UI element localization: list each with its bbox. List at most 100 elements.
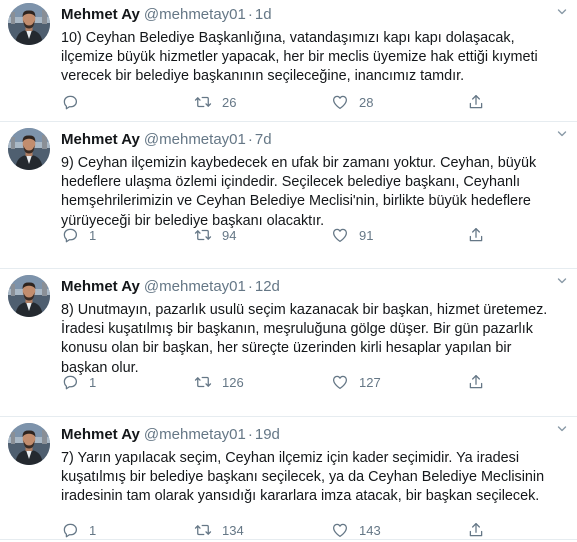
like-count: 127 [359, 374, 381, 390]
author-name[interactable]: Mehmet Ay [61, 6, 140, 23]
tweet-actions: 1 134 143 [61, 518, 483, 542]
author-handle[interactable]: @mehmetay01 [144, 278, 246, 295]
tweet-text-line: hedeflere ulaşma özlemi içindedir. Seçil… [61, 174, 521, 191]
reply-button[interactable]: 1 [61, 518, 96, 542]
like-count: 143 [359, 522, 381, 538]
share-button[interactable] [467, 90, 485, 114]
tweet-text-line: verecek bir belediye başkanının seçilece… [61, 68, 465, 85]
like-icon [332, 228, 348, 243]
chevron-down-icon[interactable] [557, 126, 567, 137]
tweet-text-line: 10) Ceyhan Belediye Başkanlığına, vatand… [61, 30, 515, 46]
timeline: Mehmet Ay @mehmetay01 · 1d 10) Ceyhan Beled… [0, 0, 577, 540]
tweet-header: Mehmet Ay @mehmetay01 · 7d [61, 131, 272, 149]
tweet-actions: 26 28 [61, 90, 483, 114]
tweet[interactable]: Mehmet Ay @mehmetay01 · 12d 8) Unutmayın, p… [0, 269, 577, 417]
timestamp[interactable]: 12d [255, 278, 280, 295]
tweet[interactable]: Mehmet Ay @mehmetay01 · 19d 7) Yarın yapıla… [0, 417, 577, 540]
retweet-button[interactable]: 126 [194, 370, 244, 394]
timestamp[interactable]: 1d [255, 6, 272, 23]
share-icon [469, 522, 483, 537]
retweet-icon [194, 229, 212, 241]
retweet-icon [194, 524, 212, 536]
like-count: 28 [359, 94, 374, 110]
reply-count: 1 [89, 374, 97, 390]
tweet-header: Mehmet Ay @mehmetay01 · 1d [61, 6, 272, 24]
author-handle[interactable]: @mehmetay01 [144, 6, 246, 23]
reply-button[interactable]: 1 [61, 370, 96, 394]
retweet-count: 26 [222, 94, 237, 110]
tweet-text: 9) Ceyhan ilçemizin kaybedecek en ufak b… [61, 154, 569, 231]
tweet-text-line: hemşehrilerimizin ve Ceyhan Belediye Mec… [61, 193, 531, 210]
tweet[interactable]: Mehmet Ay @mehmetay01 · 1d 10) Ceyhan Beled… [0, 0, 577, 122]
like-button[interactable]: 127 [331, 370, 381, 394]
tweet-text-line: konusu olan bir başkan, her süreçte üzer… [61, 340, 512, 357]
timestamp[interactable]: 19d [255, 426, 280, 443]
share-icon [469, 227, 483, 242]
author-handle[interactable]: @mehmetay01 [144, 131, 246, 148]
tweet-text: 8) Unutmayın, pazarlık usulü seçim kazan… [61, 301, 569, 378]
reply-icon [63, 95, 78, 110]
share-button[interactable] [467, 223, 485, 247]
share-button[interactable] [467, 518, 485, 542]
like-icon [332, 523, 348, 538]
author-name[interactable]: Mehmet Ay [61, 131, 140, 148]
retweet-count: 126 [222, 374, 244, 390]
separator-dot: · [247, 278, 253, 295]
retweet-count: 94 [222, 227, 237, 243]
like-icon [332, 95, 348, 110]
author-name[interactable]: Mehmet Ay [61, 426, 140, 443]
author-handle[interactable]: @mehmetay01 [144, 426, 246, 443]
tweet-actions: 1 94 91 [61, 223, 483, 247]
tweet-text-line: ilçemize büyük hizmetler yapacak, her bi… [61, 49, 538, 66]
separator-dot: · [247, 131, 253, 148]
tweet-text-line: 9) Ceyhan ilçemizin kaybedecek en ufak b… [61, 155, 537, 171]
share-button[interactable] [467, 370, 485, 394]
tweet-text-line: 8) Unutmayın, pazarlık usulü seçim kazan… [61, 302, 548, 318]
tweet-header: Mehmet Ay @mehmetay01 · 19d [61, 426, 280, 444]
like-button[interactable]: 28 [331, 90, 373, 114]
tweet-header: Mehmet Ay @mehmetay01 · 12d [61, 278, 280, 296]
chevron-down-icon[interactable] [557, 273, 567, 284]
separator-dot: · [247, 426, 253, 443]
like-icon [332, 375, 348, 390]
avatar-image [8, 275, 50, 317]
timestamp[interactable]: 7d [255, 131, 272, 148]
retweet-button[interactable]: 26 [194, 90, 236, 114]
avatar[interactable] [8, 3, 50, 45]
chevron-down-icon[interactable] [557, 4, 567, 15]
tweet-actions: 1 126 127 [61, 370, 483, 394]
reply-button[interactable]: 1 [61, 223, 96, 247]
reply-button[interactable] [61, 90, 89, 114]
avatar[interactable] [8, 423, 50, 465]
avatar-image [8, 128, 50, 170]
author-name[interactable]: Mehmet Ay [61, 278, 140, 295]
like-button[interactable]: 91 [331, 223, 373, 247]
reply-count: 1 [89, 522, 97, 538]
tweet-text-line: 7) Yarın yapılacak seçim, Ceyhan ilçemiz… [61, 450, 520, 466]
reply-icon [63, 228, 78, 243]
tweet-text-line: kuşatılmış bir belediye başkanı seçilece… [61, 469, 545, 486]
like-button[interactable]: 143 [331, 518, 381, 542]
tweet-text: 7) Yarın yapılacak seçim, Ceyhan ilçemiz… [61, 449, 569, 507]
tweet-text: 10) Ceyhan Belediye Başkanlığına, vatand… [61, 29, 569, 87]
avatar-image [8, 3, 50, 45]
retweet-icon [194, 96, 212, 108]
retweet-count: 134 [222, 522, 244, 538]
reply-count: 1 [89, 227, 97, 243]
like-count: 91 [359, 227, 374, 243]
retweet-icon [194, 376, 212, 388]
avatar[interactable] [8, 128, 50, 170]
avatar[interactable] [8, 275, 50, 317]
tweet[interactable]: Mehmet Ay @mehmetay01 · 7d 9) Ceyhan ilçemi… [0, 122, 577, 269]
separator-dot: · [247, 6, 253, 23]
reply-icon [63, 375, 78, 390]
avatar-image [8, 423, 50, 465]
reply-icon [63, 523, 78, 538]
tweet-text-line: İradesi kuşatılmış bir başkanın, meşrulu… [61, 321, 533, 338]
chevron-down-icon[interactable] [557, 421, 567, 432]
retweet-button[interactable]: 94 [194, 223, 236, 247]
share-icon [469, 374, 483, 389]
share-icon [469, 94, 483, 109]
tweet-text-line: iradesinin tam olarak yansıdığı kararlar… [61, 488, 540, 505]
retweet-button[interactable]: 134 [194, 518, 244, 542]
